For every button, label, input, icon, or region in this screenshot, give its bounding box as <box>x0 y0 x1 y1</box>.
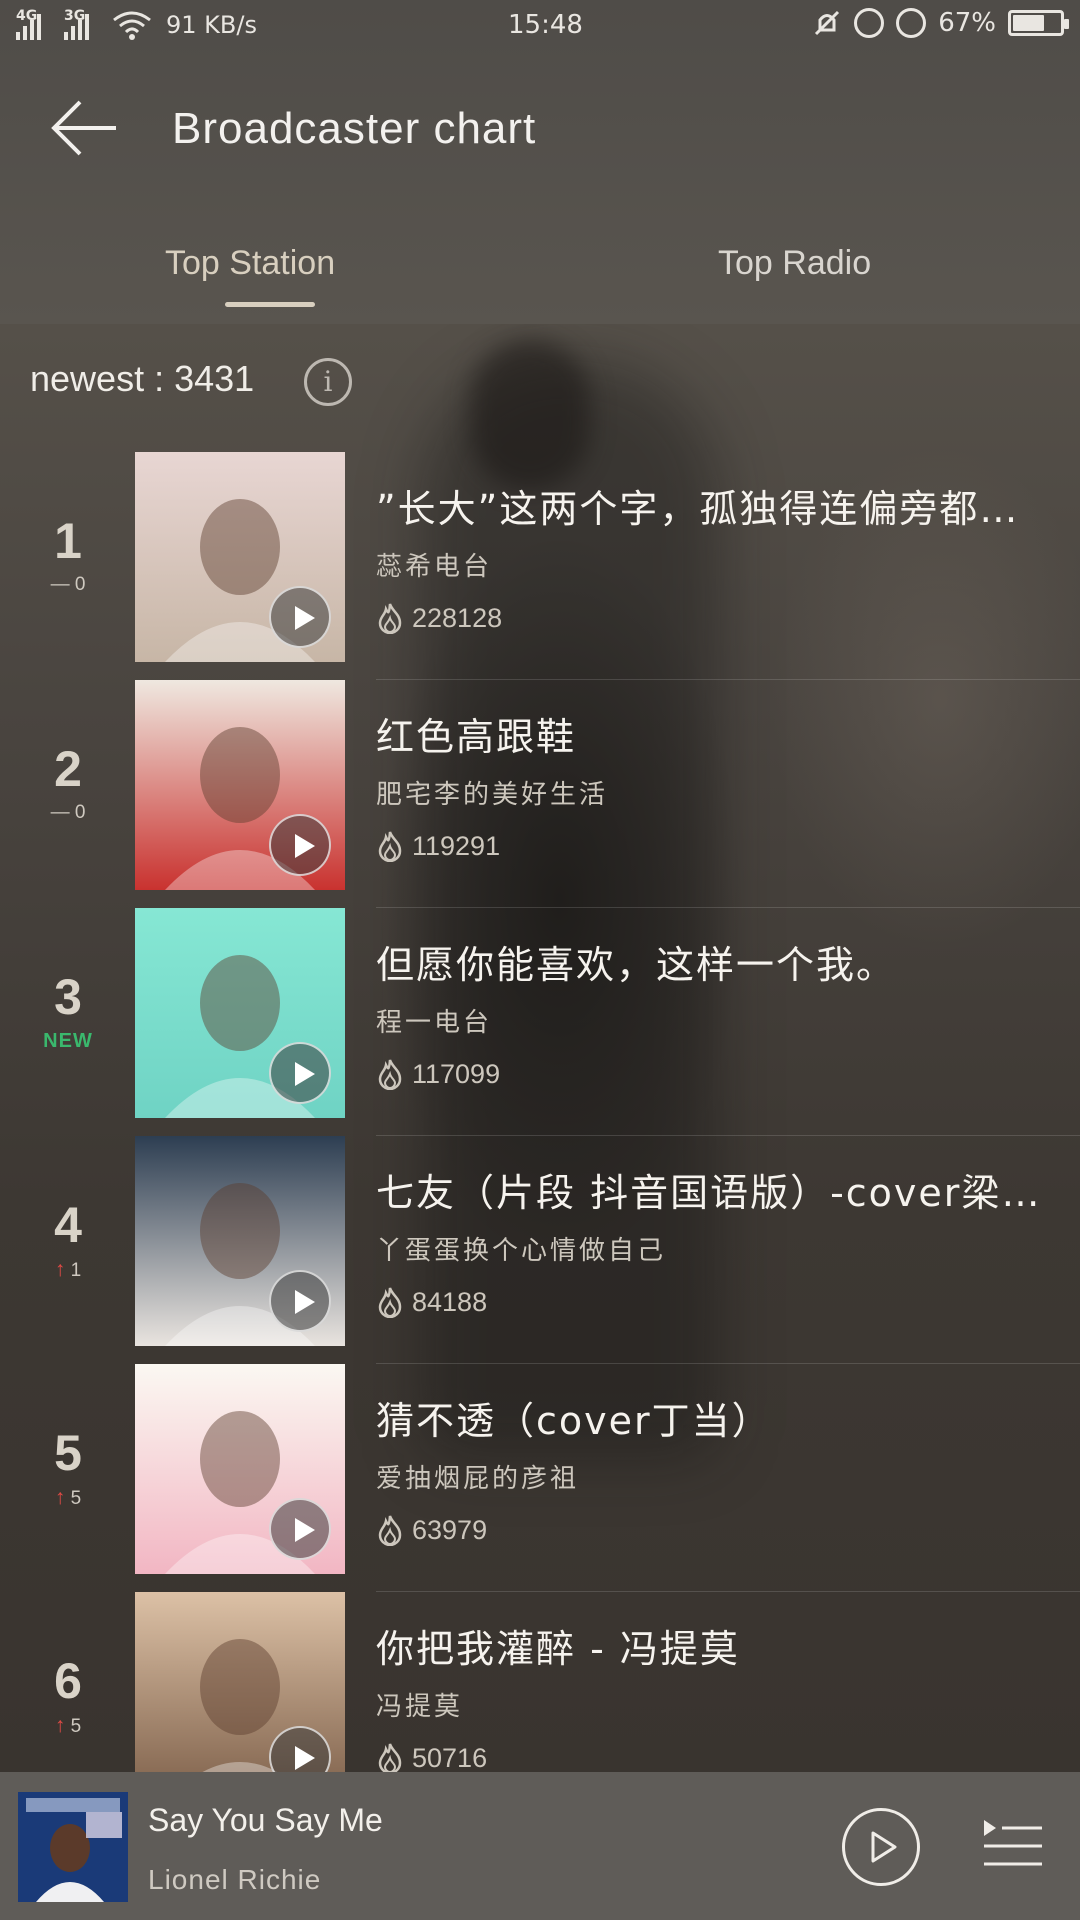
now-playing-artist: Lionel Richie <box>148 1864 322 1895</box>
rank-number: 5 <box>54 1425 82 1481</box>
album-art[interactable] <box>18 1792 128 1902</box>
rank-change: ↑ 5 <box>40 1486 96 1510</box>
play-icon[interactable] <box>269 1726 331 1772</box>
flame-icon <box>378 1515 402 1546</box>
now-playing-title: Say You Say Me <box>148 1802 383 1838</box>
clock: 15:48 <box>508 10 583 40</box>
tab-bar: Top Station Top Radio <box>0 232 1080 324</box>
list-item[interactable]: 5 ↑ 5 猜不透（cover丁当） 爱抽烟屁的彦祖 63979 <box>0 1364 1080 1592</box>
station-title: ”长大”这两个字，孤独得连偏旁都没有 <box>376 487 1056 531</box>
rank-change: — 0 <box>50 574 86 595</box>
rank-up-arrow-icon: ↑ <box>54 1258 66 1281</box>
list-item[interactable]: 3 NEW 但愿你能喜欢，这样一个我。 程一电台 117099 <box>0 908 1080 1136</box>
thumbnail-play-overlay <box>135 908 345 1118</box>
list-item[interactable]: 2 — 0 红色高跟鞋 肥宅李的美好生活 119291 <box>0 680 1080 908</box>
station-title: 但愿你能喜欢，这样一个我。 <box>376 943 897 987</box>
flame-icon <box>378 1059 402 1090</box>
play-icon[interactable] <box>269 814 331 876</box>
playlist-icon[interactable] <box>982 1816 1044 1876</box>
play-count: 119291 <box>376 830 500 862</box>
play-count-value: 84188 <box>412 1286 488 1317</box>
station-subtitle: 丫蛋蛋换个心情做自己 <box>376 1236 667 1266</box>
play-count: 117099 <box>376 1058 500 1090</box>
mini-player[interactable]: Say You Say Me Lionel Richie <box>0 1772 1080 1920</box>
station-subtitle: 程一电台 <box>376 1008 493 1038</box>
battery-percent: 67% <box>938 8 996 38</box>
thumbnail-play-overlay <box>135 452 345 662</box>
alarm-icon <box>896 8 927 38</box>
list-item[interactable]: 4 ↑ 1 七友（片段 抖音国语版）-cover梁汉文 丫蛋蛋换个心情做自己 8… <box>0 1136 1080 1364</box>
mute-icon <box>815 10 840 36</box>
list-item[interactable]: 1 — 0 ”长大”这两个字，孤独得连偏旁都没有 蕊希电台 228128 <box>0 452 1080 680</box>
play-count: 63979 <box>376 1514 487 1546</box>
play-icon[interactable] <box>269 1042 331 1104</box>
rank-up-arrow-icon: ↑ <box>54 1486 66 1509</box>
rank-up-arrow-icon: ↑ <box>54 1714 66 1737</box>
rank-change: NEW <box>43 1030 93 1052</box>
back-arrow-icon[interactable] <box>50 98 120 158</box>
tab-active-indicator <box>225 302 315 307</box>
station-title: 猜不透（cover丁当） <box>376 1399 772 1443</box>
status-bar: 4G 3G 91 KB/s 15:48 67% <box>0 0 1080 52</box>
station-subtitle: 蕊希电台 <box>376 552 493 582</box>
play-count: 50716 <box>376 1742 487 1772</box>
play-count-value: 228128 <box>412 602 503 633</box>
station-title: 你把我灌醉 - 冯提莫 <box>376 1627 740 1671</box>
play-count-value: 119291 <box>412 830 501 861</box>
signal-4g-icon: 4G <box>16 8 54 40</box>
flame-icon <box>378 1743 402 1772</box>
list-item[interactable]: 6 ↑ 5 你把我灌醉 - 冯提莫 冯提莫 50716 <box>0 1592 1080 1772</box>
play-icon[interactable] <box>269 586 331 648</box>
rank-number: 6 <box>54 1653 82 1709</box>
tab-top-station[interactable]: Top Station <box>165 244 335 283</box>
play-count: 228128 <box>376 602 502 634</box>
rotation-lock-icon <box>854 8 885 38</box>
wifi-icon <box>113 11 151 40</box>
play-count-value: 63979 <box>412 1514 488 1545</box>
chart-list: newest : 3431 i 1 — 0 ”长大”这两个字，孤独得连偏旁都没有… <box>0 324 1080 1772</box>
station-subtitle: 冯提莫 <box>376 1692 464 1722</box>
play-icon[interactable] <box>269 1498 331 1560</box>
rank-change: ↑ 5 <box>40 1714 96 1738</box>
flame-icon <box>378 1287 402 1318</box>
play-icon[interactable] <box>269 1270 331 1332</box>
page-title: Broadcaster chart <box>172 104 537 153</box>
newest-count: newest : 3431 <box>30 358 255 399</box>
thumbnail-play-overlay <box>135 1592 345 1772</box>
rank-number: 1 <box>54 513 82 569</box>
rank-number: 4 <box>54 1197 82 1253</box>
rank-number: 2 <box>54 741 82 797</box>
thumbnail-play-overlay <box>135 1136 345 1346</box>
info-icon[interactable]: i <box>304 358 352 406</box>
battery-icon <box>1008 10 1069 36</box>
station-subtitle: 爱抽烟屁的彦祖 <box>376 1464 580 1494</box>
rank-change-value: 5 <box>70 1488 82 1509</box>
tab-top-radio[interactable]: Top Radio <box>718 244 871 283</box>
play-icon <box>871 1831 897 1863</box>
station-subtitle: 肥宅李的美好生活 <box>376 780 609 810</box>
thumbnail-play-overlay <box>135 1364 345 1574</box>
rank-change: — 0 <box>50 802 86 823</box>
rank-change-value: 5 <box>70 1716 82 1737</box>
station-title: 红色高跟鞋 <box>376 715 577 759</box>
network-speed: 91 KB/s <box>166 11 257 39</box>
toolbar: Broadcaster chart <box>0 60 1080 200</box>
station-title: 七友（片段 抖音国语版）-cover梁汉文 <box>376 1171 1056 1215</box>
play-button[interactable] <box>842 1808 920 1886</box>
flame-icon <box>378 603 402 634</box>
battery-level <box>1013 15 1044 31</box>
thumbnail-play-overlay <box>135 680 345 890</box>
rank-change: ↑ 1 <box>40 1258 96 1282</box>
rank-change-value: 1 <box>70 1260 82 1281</box>
rank-number: 3 <box>54 969 82 1025</box>
flame-icon <box>378 831 402 862</box>
play-count: 84188 <box>376 1286 487 1318</box>
play-count-value: 117099 <box>412 1058 501 1089</box>
signal-3g-icon: 3G <box>64 8 102 40</box>
play-count-value: 50716 <box>412 1742 488 1773</box>
